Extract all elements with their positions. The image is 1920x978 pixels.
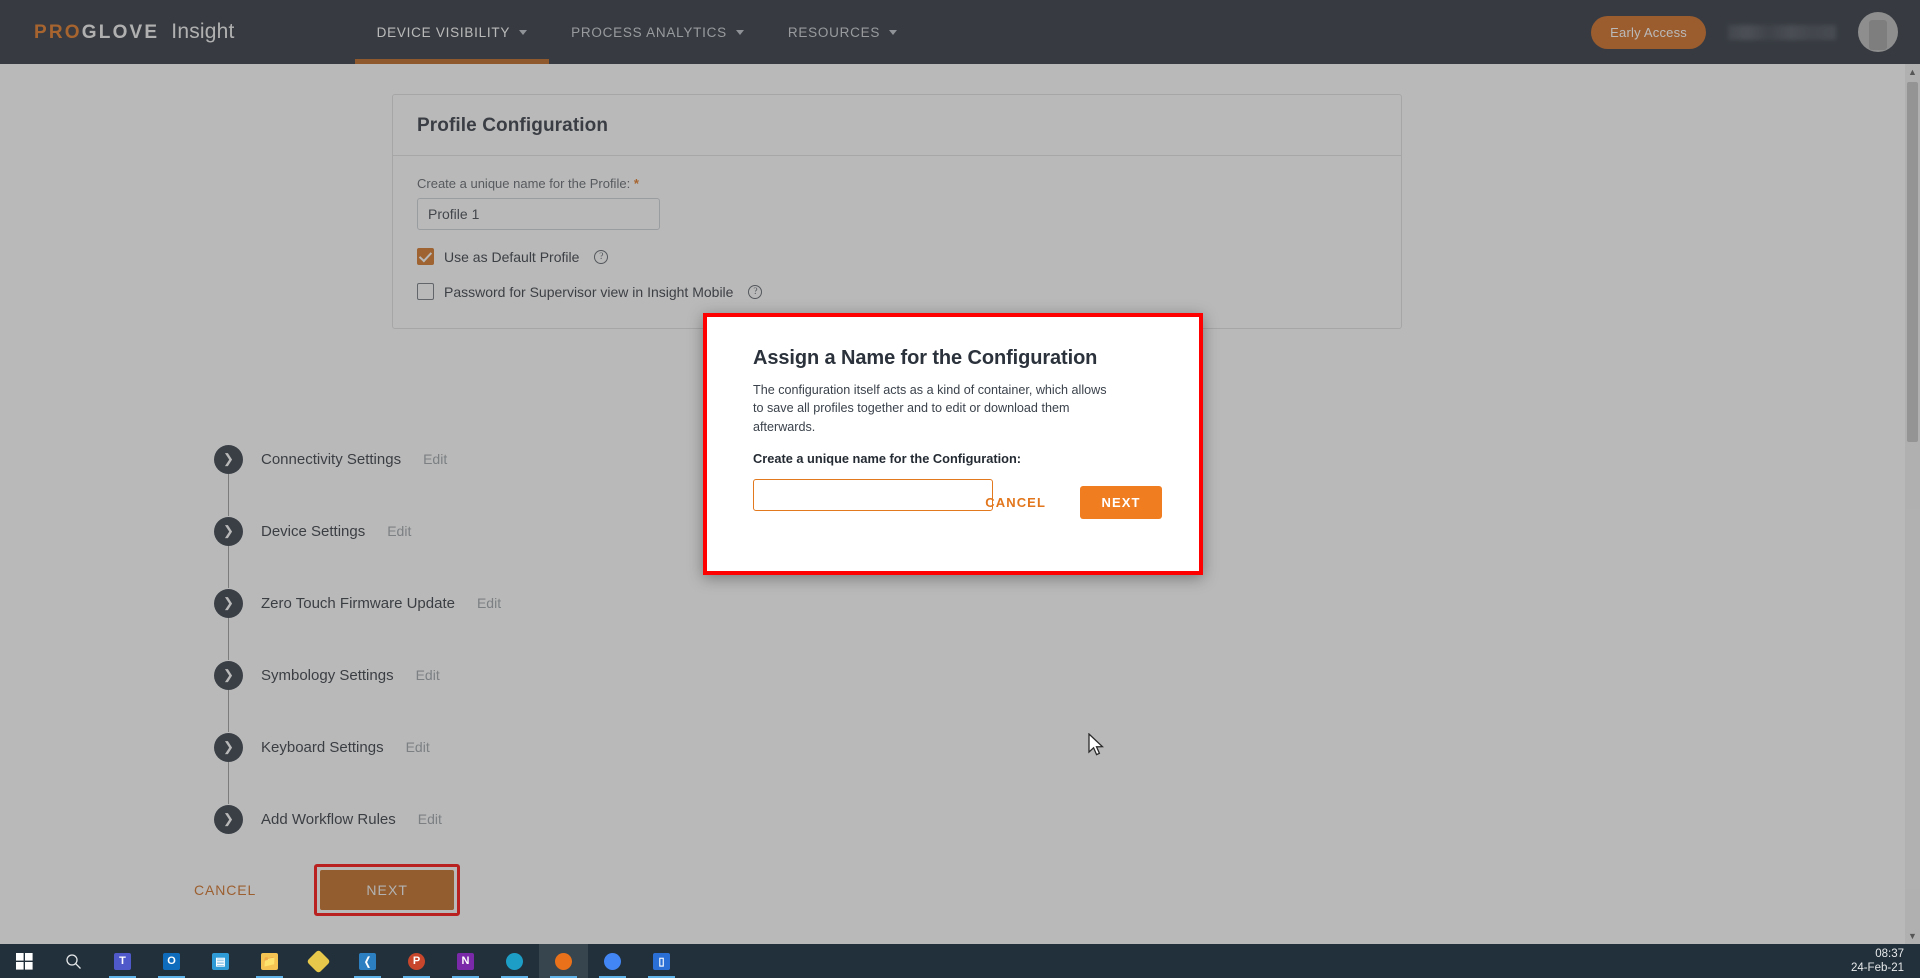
powerpoint-icon: P — [408, 952, 425, 970]
folder-icon: 📁 — [261, 952, 278, 970]
taskbar-clock[interactable]: 08:37 24-Feb-21 — [1851, 947, 1904, 975]
dialog-cancel-button[interactable]: CANCEL — [973, 486, 1058, 519]
start-button[interactable] — [0, 944, 49, 978]
onenote-icon: N — [457, 952, 474, 970]
teams-app[interactable]: T — [98, 944, 147, 978]
clock-date: 24-Feb-21 — [1850, 962, 1904, 974]
dialog-title: Assign a Name for the Configuration — [753, 347, 1098, 369]
contacts-app[interactable]: ▤ — [196, 944, 245, 978]
firefox-app[interactable] — [539, 944, 588, 978]
edge-icon — [506, 952, 523, 970]
app-root: PRO GLOVE Insight DEVICE VISIBILITY PROC… — [0, 0, 1920, 978]
assign-configuration-name-dialog: Assign a Name for the Configuration The … — [703, 313, 1203, 575]
diamond-icon — [306, 948, 331, 974]
vscode-icon: ❬ — [359, 952, 376, 970]
taskbar-icons: T O ▤ 📁 ❬ P N ▯ — [0, 944, 686, 978]
dialog-field-label: Create a unique name for the Configurati… — [753, 450, 1022, 466]
dialog-actions: CANCEL NEXT — [973, 486, 1162, 519]
file-explorer-app[interactable]: 📁 — [245, 944, 294, 978]
sketch-app[interactable] — [294, 944, 343, 978]
windows-taskbar: T O ▤ 📁 ❬ P N ▯ 08:37 24-Feb-21 — [0, 944, 1920, 978]
dialog-description: The configuration itself acts as a kind … — [753, 383, 1107, 434]
search-button[interactable] — [49, 944, 98, 978]
outlook-icon: O — [163, 952, 180, 970]
dialog-next-button[interactable]: NEXT — [1080, 486, 1162, 519]
configuration-name-input[interactable] — [753, 478, 993, 511]
teams-icon: T — [114, 952, 131, 970]
windows-icon — [16, 952, 33, 970]
trello-app[interactable]: ▯ — [637, 944, 686, 978]
edge-app[interactable] — [490, 944, 539, 978]
onenote-app[interactable]: N — [441, 944, 490, 978]
contacts-icon: ▤ — [212, 952, 229, 970]
powerpoint-app[interactable]: P — [392, 944, 441, 978]
vscode-app[interactable]: ❬ — [343, 944, 392, 978]
outlook-app[interactable]: O — [147, 944, 196, 978]
firefox-icon — [555, 952, 572, 970]
clock-time: 08:37 — [1875, 948, 1904, 960]
chrome-icon — [604, 952, 621, 970]
dialog-body: Assign a Name for the Configuration The … — [707, 317, 1199, 511]
search-icon — [66, 953, 81, 969]
chrome-app[interactable] — [588, 944, 637, 978]
trello-icon: ▯ — [653, 952, 670, 970]
